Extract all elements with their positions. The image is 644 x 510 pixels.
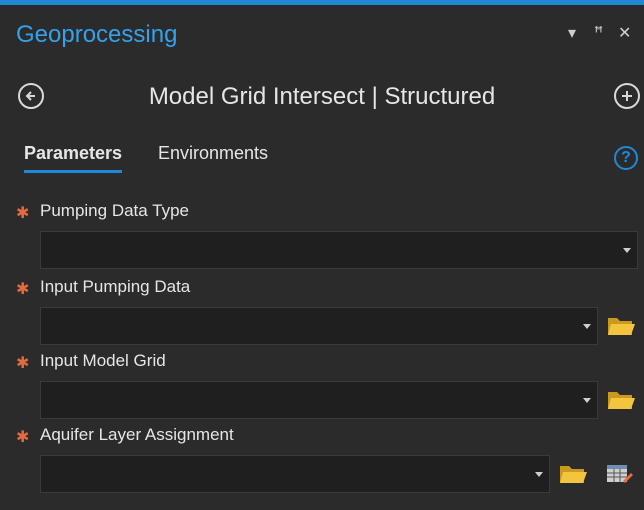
tool-tabs: Parameters Environments bbox=[0, 143, 644, 179]
folder-icon[interactable] bbox=[606, 387, 636, 413]
pane-titlebar: Geoprocessing ▾ ꟸ ✕ bbox=[0, 5, 644, 63]
param-label: Input Model Grid bbox=[40, 351, 166, 370]
tool-title: Model Grid Intersect | Structured bbox=[148, 83, 496, 110]
pane-title: Geoprocessing bbox=[16, 21, 178, 48]
param-label: Pumping Data Type bbox=[40, 201, 189, 220]
input-model-grid-field[interactable] bbox=[40, 381, 598, 419]
param-label: Aquifer Layer Assignment bbox=[40, 425, 234, 444]
geoprocessing-pane: Geoprocessing ▾ ꟸ ✕ Model Grid Intersect… bbox=[0, 0, 644, 510]
chevron-down-icon[interactable] bbox=[583, 398, 591, 403]
close-icon[interactable]: ✕ bbox=[618, 23, 631, 43]
add-icon[interactable] bbox=[614, 83, 640, 109]
table-edit-icon[interactable] bbox=[604, 461, 634, 487]
aquifer-layer-assignment-field[interactable] bbox=[40, 455, 550, 493]
chevron-down-icon[interactable] bbox=[623, 248, 631, 253]
pin-icon[interactable]: ꟸ bbox=[594, 23, 603, 43]
folder-icon[interactable] bbox=[606, 313, 636, 339]
input-pumping-data-field[interactable] bbox=[40, 307, 598, 345]
chevron-down-icon[interactable] bbox=[583, 324, 591, 329]
param-input-pumping-data: ✱ Input Pumping Data bbox=[0, 277, 644, 347]
param-label: Input Pumping Data bbox=[40, 277, 191, 296]
required-icon: ✱ bbox=[16, 355, 30, 372]
param-pumping-data-type: ✱ Pumping Data Type bbox=[0, 201, 644, 271]
param-input-model-grid: ✱ Input Model Grid bbox=[0, 351, 644, 421]
folder-icon[interactable] bbox=[558, 461, 588, 487]
help-icon[interactable]: ? bbox=[614, 146, 638, 170]
param-aquifer-layer-assignment: ✱ Aquifer Layer Assignment bbox=[0, 425, 644, 495]
chevron-down-icon[interactable] bbox=[535, 472, 543, 477]
required-icon: ✱ bbox=[16, 429, 30, 446]
required-icon: ✱ bbox=[16, 281, 30, 298]
tab-environments[interactable]: Environments bbox=[158, 143, 268, 170]
required-icon: ✱ bbox=[16, 205, 30, 222]
pumping-data-type-select[interactable] bbox=[40, 231, 638, 269]
tool-header: Model Grid Intersect | Structured bbox=[0, 75, 644, 119]
pane-menu-icon[interactable]: ▾ bbox=[568, 23, 576, 43]
tab-parameters[interactable]: Parameters bbox=[24, 143, 123, 173]
